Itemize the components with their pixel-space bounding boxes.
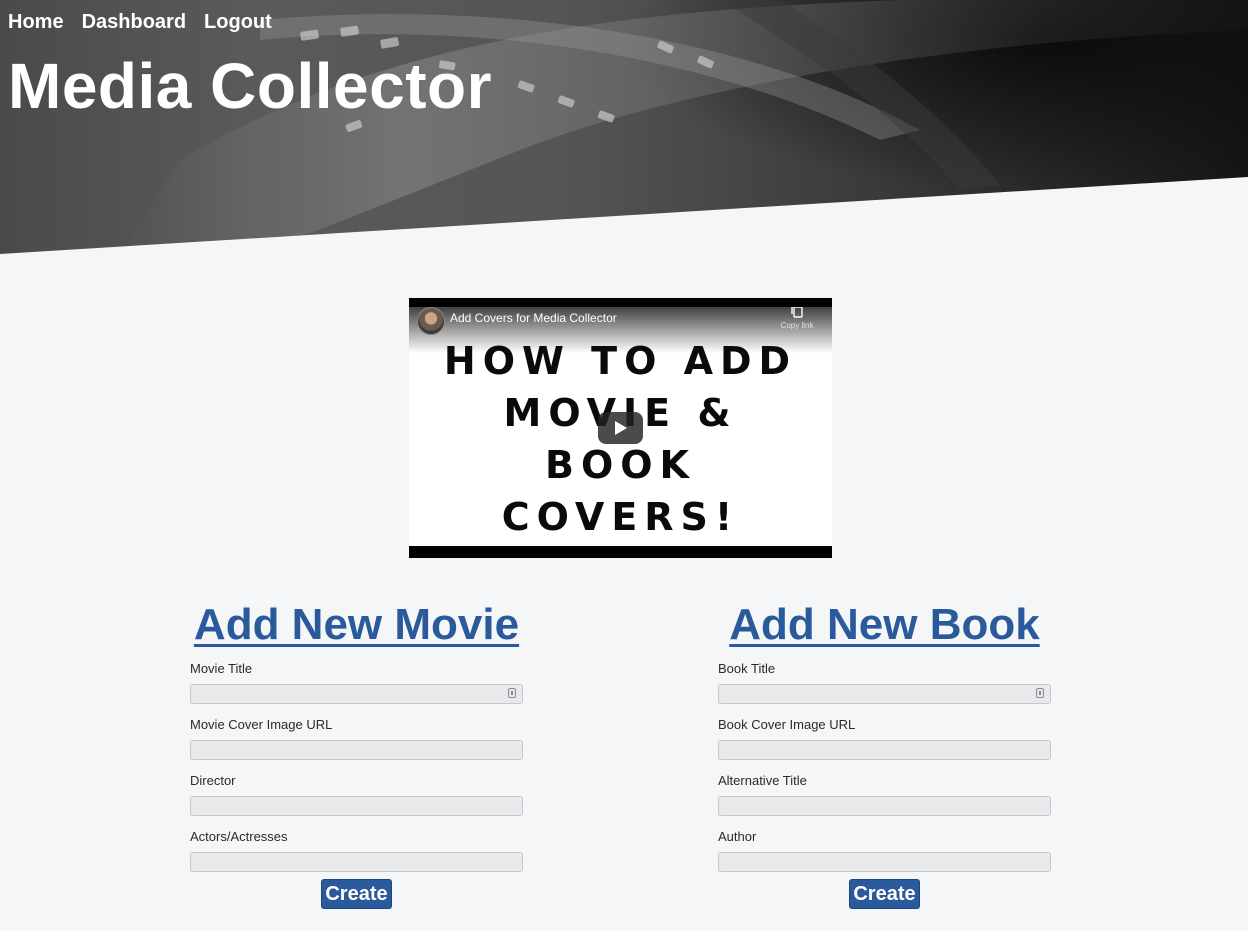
video-title[interactable]: Add Covers for Media Collector xyxy=(450,311,617,325)
nav-logout-link[interactable]: Logout xyxy=(204,10,272,34)
video-embed[interactable]: HOW TO ADD MOVIE & BOOK COVERS! Add Cove… xyxy=(409,298,832,558)
add-book-form: Add New Book Book Title Book Cover Image… xyxy=(718,600,1051,909)
director-input[interactable] xyxy=(190,796,523,816)
autofill-icon[interactable] xyxy=(1036,688,1044,698)
book-submit-row: Create xyxy=(718,879,1051,909)
actors-input[interactable] xyxy=(190,852,523,872)
play-icon xyxy=(615,421,627,435)
movie-cover-url-label: Movie Cover Image URL xyxy=(190,717,333,732)
nav-dashboard-link[interactable]: Dashboard xyxy=(82,10,186,34)
add-book-heading-link[interactable]: Add New Book xyxy=(718,600,1051,650)
site-title: Media Collector xyxy=(8,50,493,122)
book-title-input[interactable] xyxy=(718,684,1051,704)
copy-link-label: Copy link xyxy=(780,321,814,330)
movie-cover-url-input[interactable] xyxy=(190,740,523,760)
movie-submit-row: Create xyxy=(190,879,523,909)
movie-title-field-wrap xyxy=(190,684,523,704)
actors-label: Actors/Actresses xyxy=(190,829,288,844)
nav-home-link[interactable]: Home xyxy=(8,10,64,34)
book-title-label: Book Title xyxy=(718,661,776,676)
channel-avatar[interactable] xyxy=(417,307,445,335)
book-cover-url-input[interactable] xyxy=(718,740,1051,760)
add-movie-form: Add New Movie Movie Title Movie Cover Im… xyxy=(190,600,523,909)
book-cover-url-label: Book Cover Image URL xyxy=(718,717,856,732)
play-button[interactable] xyxy=(598,412,643,444)
alternative-title-input[interactable] xyxy=(718,796,1051,816)
add-movie-heading-link[interactable]: Add New Movie xyxy=(190,600,523,650)
create-book-button[interactable]: Create xyxy=(849,879,920,909)
create-movie-button[interactable]: Create xyxy=(321,879,392,909)
movie-title-input[interactable] xyxy=(190,684,523,704)
film-strip-image xyxy=(0,0,1248,256)
thumbnail-line: BOOK xyxy=(544,443,697,487)
alternative-title-label: Alternative Title xyxy=(718,773,807,788)
copy-icon xyxy=(791,307,803,318)
hero-header: Home Dashboard Logout Media Collector xyxy=(0,0,1248,256)
book-title-field-wrap xyxy=(718,684,1051,704)
thumbnail-line: COVERS! xyxy=(501,495,740,539)
video-thumbnail[interactable]: HOW TO ADD MOVIE & BOOK COVERS! Add Cove… xyxy=(409,307,832,546)
autofill-icon[interactable] xyxy=(508,688,516,698)
director-label: Director xyxy=(190,773,236,788)
author-label: Author xyxy=(718,829,757,844)
author-input[interactable] xyxy=(718,852,1051,872)
copy-link-button[interactable]: Copy link xyxy=(777,307,817,331)
movie-title-label: Movie Title xyxy=(190,661,253,676)
main-nav: Home Dashboard Logout xyxy=(8,10,272,34)
